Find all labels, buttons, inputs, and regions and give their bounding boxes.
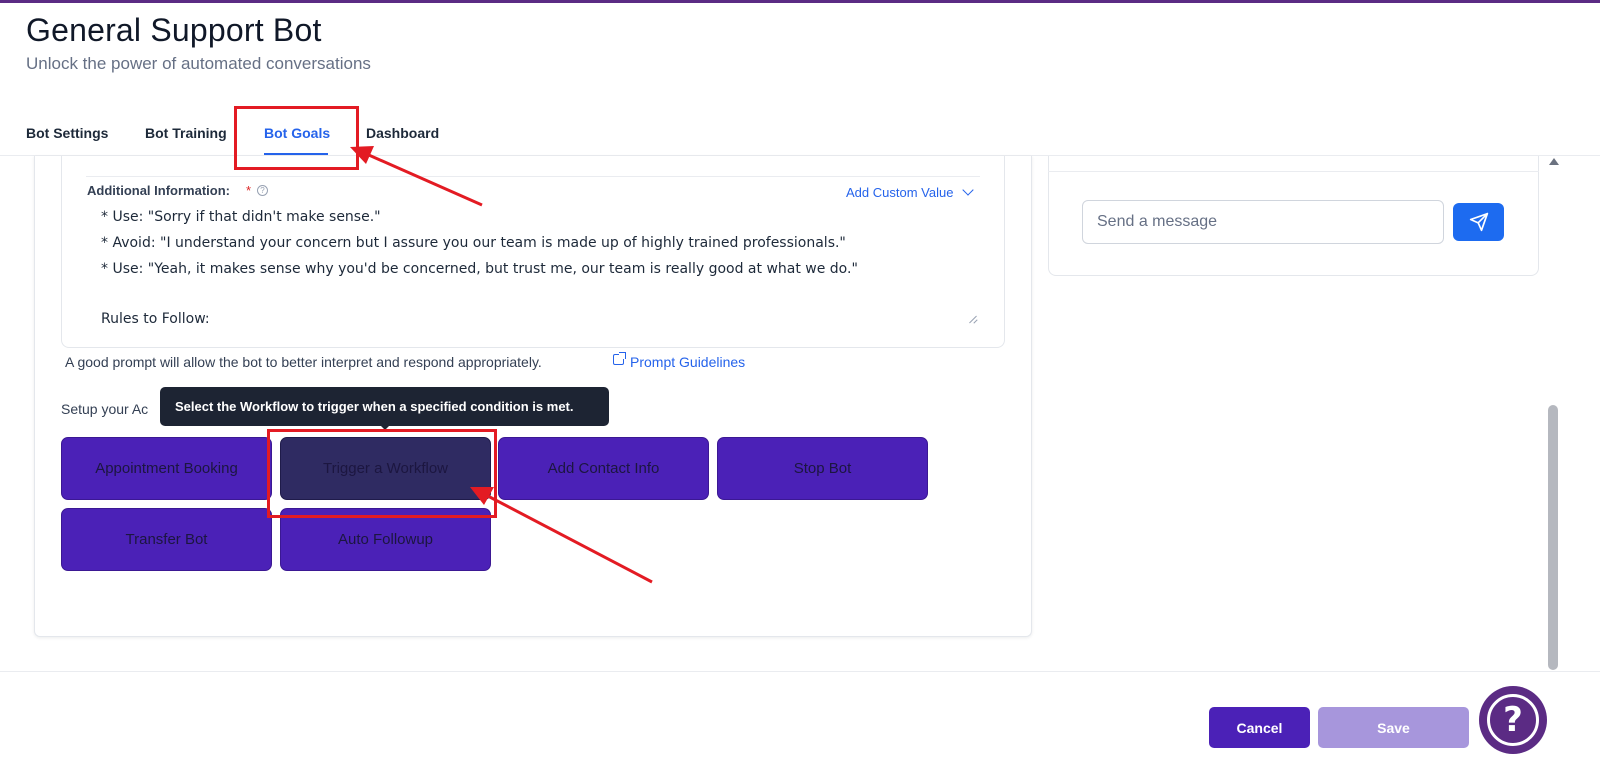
annotation-arrows [350,146,653,584]
annotation-arrow-bot-goals [350,146,483,207]
annotation-arrow-trigger-workflow [470,487,653,584]
